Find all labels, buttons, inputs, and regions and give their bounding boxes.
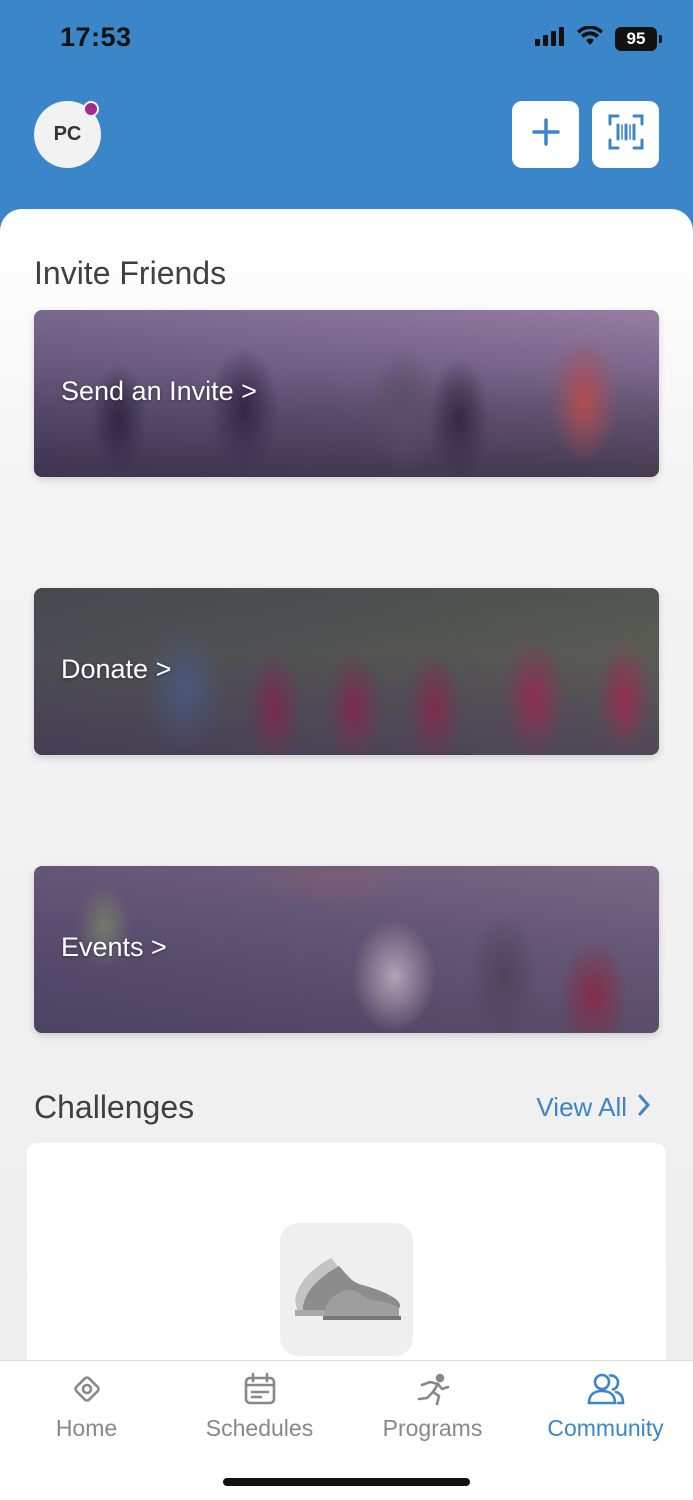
tab-schedules-label: Schedules [205, 1415, 314, 1441]
view-all-link[interactable]: View All [536, 1092, 651, 1123]
tab-community-label: Community [547, 1415, 664, 1441]
challenge-card[interactable] [27, 1143, 666, 1360]
plus-icon [531, 118, 560, 151]
wifi-icon [577, 25, 603, 51]
send-invite-label: Send an Invite > [61, 376, 257, 406]
events-card[interactable]: Events > [34, 866, 659, 1033]
status-bar: 17:53 95 [0, 0, 693, 78]
tab-schedules[interactable]: Schedules [173, 1361, 346, 1451]
tab-programs-label: Programs [382, 1415, 483, 1441]
donate-label: Donate > [61, 654, 172, 684]
add-button[interactable] [512, 101, 579, 168]
home-indicator [223, 1478, 470, 1486]
avatar-initials: PC [53, 123, 82, 145]
scan-button[interactable] [592, 101, 659, 168]
tab-home-label: Home [55, 1415, 118, 1441]
view-all-label: View All [536, 1092, 627, 1122]
calendar-icon [243, 1371, 277, 1407]
people-icon [587, 1371, 625, 1407]
donate-card[interactable]: Donate > [34, 588, 659, 755]
status-time: 17:53 [60, 22, 132, 52]
challenges-title: Challenges [34, 1089, 195, 1125]
events-label: Events > [61, 932, 167, 962]
runner-icon [416, 1371, 450, 1407]
invite-friends-title: Invite Friends [34, 255, 227, 291]
status-icons: 95 [535, 25, 662, 51]
signal-icon [535, 26, 565, 51]
tab-community[interactable]: Community [519, 1361, 692, 1451]
tab-home[interactable]: Home [0, 1361, 173, 1451]
battery-icon: 95 [615, 26, 662, 51]
send-invite-card[interactable]: Send an Invite > [34, 310, 659, 477]
chevron-right-icon [637, 1092, 651, 1123]
content-sheet: Invite Friends Send an Invite > Donate >… [0, 209, 693, 1360]
home-icon [70, 1371, 104, 1407]
tab-programs[interactable]: Programs [346, 1361, 519, 1451]
notification-badge [83, 101, 99, 117]
profile-avatar[interactable]: PC [34, 101, 101, 168]
sneaker-icon [280, 1223, 413, 1356]
barcode-scan-icon [608, 114, 644, 155]
